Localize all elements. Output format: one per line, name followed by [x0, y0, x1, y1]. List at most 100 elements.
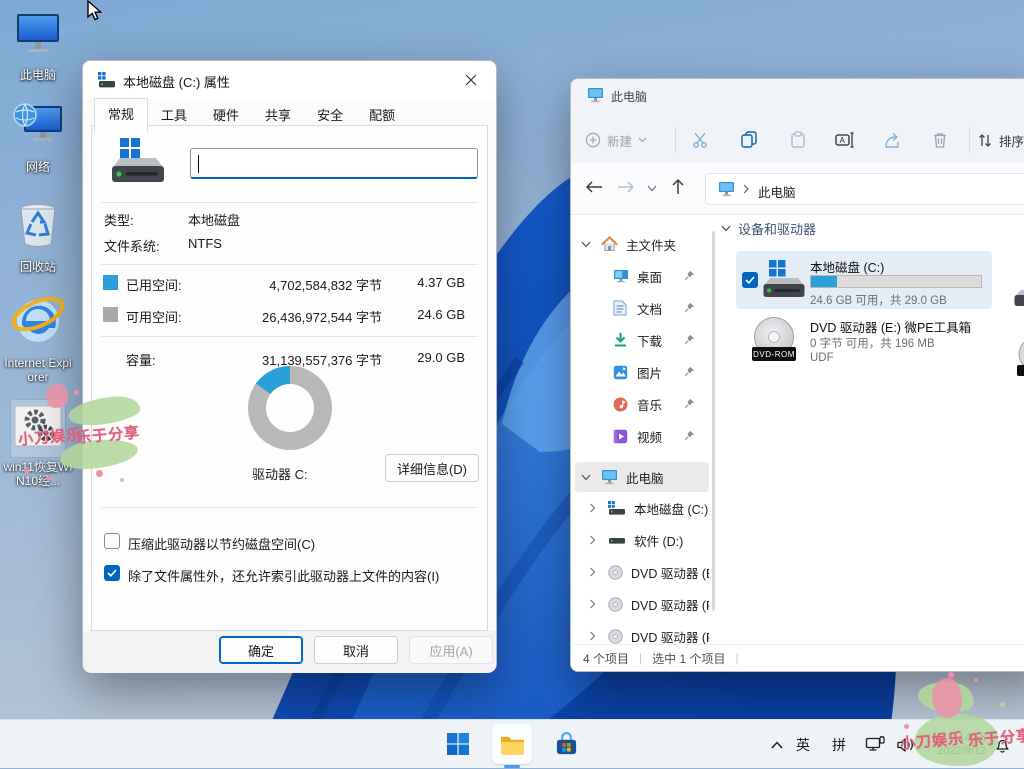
desktop-icon-recycle-bin[interactable]: 回收站 [2, 198, 74, 274]
pin-icon[interactable] [684, 334, 695, 345]
notification-bell-button[interactable]: z [988, 720, 1016, 769]
apply-button[interactable]: 应用(A) [409, 636, 493, 664]
tab-hardware[interactable]: 硬件 [200, 100, 252, 131]
pin-icon[interactable] [684, 430, 695, 441]
show-hidden-icons-button[interactable] [764, 720, 790, 769]
pin-icon[interactable] [684, 302, 695, 313]
desktop-icon-internet-explorer[interactable]: Internet Explorer [2, 290, 74, 384]
volume-tray-button[interactable] [892, 720, 918, 769]
sidebar-item-dvd-f[interactable]: DVD 驱动器 (F [575, 589, 709, 619]
new-button[interactable]: 新建 [585, 125, 669, 155]
sidebar-item-label: 视频 [637, 427, 662, 446]
sidebar-item-desktop[interactable]: 桌面 [575, 261, 709, 291]
up-icon[interactable] [671, 178, 685, 195]
ok-button[interactable]: 确定 [219, 636, 303, 664]
tab-general[interactable]: 常规 [94, 98, 148, 132]
file-explorer-taskbar-button[interactable] [492, 724, 532, 764]
selected-count: 选中 1 个项目 [652, 650, 725, 667]
paste-button[interactable] [781, 125, 815, 155]
back-icon[interactable] [585, 180, 603, 194]
sidebar-item-music[interactable]: 音乐 [575, 389, 709, 419]
sidebar-item-home[interactable]: 主文件夹 [575, 229, 709, 259]
tab-security[interactable]: 安全 [304, 100, 356, 131]
sidebar-item-dvd-e[interactable]: DVD 驱动器 (E [575, 557, 709, 587]
sidebar-item-this-pc[interactable]: 此电脑 [575, 462, 709, 492]
share-button[interactable] [875, 125, 909, 155]
drive-name: 本地磁盘 (C:) [810, 257, 884, 276]
drive-icon-large [762, 260, 806, 300]
desktop-icon-label: 此电脑 [2, 68, 74, 82]
compress-checkbox[interactable] [104, 533, 120, 549]
tile-checkbox[interactable] [742, 272, 758, 288]
start-button[interactable] [438, 724, 478, 764]
delete-button[interactable] [923, 125, 957, 155]
dvd-rom-icon: DVD-ROM [752, 317, 798, 363]
pin-icon[interactable] [684, 366, 695, 377]
text-caret [198, 155, 199, 173]
tab-sharing[interactable]: 共享 [252, 100, 304, 131]
sidebar-scrollbar[interactable] [712, 231, 715, 611]
dialog-title: 本地磁盘 (C:) 属性 [123, 72, 230, 91]
videos-icon [613, 429, 628, 444]
disc-icon-partial [1015, 337, 1024, 377]
home-icon [601, 236, 618, 252]
clock-tray-button[interactable]: 14:55 2022/8/12 [918, 720, 988, 769]
compress-checkbox-label: 压缩此驱动器以节约磁盘空间(C) [128, 534, 315, 553]
drive-caption: 驱动器 C: [252, 464, 308, 483]
chevron-right-icon [589, 567, 596, 577]
recent-locations-icon[interactable] [647, 185, 657, 192]
gears-icon [11, 400, 65, 457]
cancel-button[interactable]: 取消 [314, 636, 398, 664]
document-icon [613, 300, 627, 316]
drive-icon [608, 501, 626, 515]
tab-quota[interactable]: 配额 [356, 100, 408, 131]
address-bar[interactable]: 此电脑 [705, 173, 1024, 205]
sidebar-item-documents[interactable]: 文档 [575, 293, 709, 323]
sidebar-item-videos[interactable]: 视频 [575, 421, 709, 451]
sidebar-item-drive-c[interactable]: 本地磁盘 (C:) [575, 493, 709, 523]
pin-icon[interactable] [684, 270, 695, 281]
dialog-titlebar[interactable]: 本地磁盘 (C:) 属性 [83, 61, 496, 99]
pin-icon[interactable] [684, 398, 695, 409]
volume-label-input[interactable] [190, 148, 478, 179]
free-space-label: 可用空间: [126, 307, 182, 326]
sidebar-item-downloads[interactable]: 下载 [575, 325, 709, 355]
desktop-icon-win11-restore[interactable]: win11恢复WIN10经... [2, 400, 74, 488]
this-pc-icon [12, 10, 64, 65]
breadcrumb-this-pc[interactable]: 此电脑 [758, 182, 796, 201]
drive-info: 24.6 GB 可用，共 29.0 GB [810, 292, 947, 308]
rename-button[interactable]: A [828, 125, 862, 155]
close-button[interactable] [452, 64, 490, 96]
cut-button[interactable] [683, 125, 717, 155]
ime-mode-label: 拼 [832, 735, 846, 755]
section-header-devices[interactable]: 设备和驱动器 [721, 219, 816, 238]
explorer-titlebar[interactable]: 此电脑 新建 [571, 79, 1024, 163]
forward-icon[interactable] [617, 180, 635, 194]
details-button[interactable]: 详细信息(D) [385, 454, 479, 482]
dvd-e-tile[interactable]: DVD-ROM DVD 驱动器 (E:) 微PE工具箱 0 字节 可用，共 19… [736, 313, 992, 377]
desktop-icon-network[interactable]: 网络 [2, 100, 74, 174]
sort-button-label: 排序 [999, 131, 1024, 150]
music-icon [613, 397, 628, 412]
sidebar-item-drive-d[interactable]: 软件 (D:) [575, 525, 709, 555]
plus-circle-icon [585, 132, 601, 148]
network-tray-button[interactable] [862, 720, 888, 769]
microsoft-store-button[interactable] [546, 724, 586, 764]
tab-tools[interactable]: 工具 [148, 100, 200, 131]
desktop-icon-this-pc[interactable]: 此电脑 [2, 10, 74, 82]
sort-button[interactable]: 排序 [977, 125, 1024, 155]
index-checkbox[interactable] [104, 565, 120, 581]
drive-usage-bar [810, 275, 982, 288]
bell-icon: z [993, 736, 1011, 754]
paste-icon [789, 131, 807, 149]
internet-explorer-icon [8, 290, 68, 353]
ime-language-indicator[interactable]: 英 [792, 720, 814, 769]
drive-c-tile[interactable]: 本地磁盘 (C:) 24.6 GB 可用，共 29.0 GB [736, 251, 992, 309]
sidebar-item-label: 下载 [637, 331, 662, 350]
sidebar-item-pictures[interactable]: 图片 [575, 357, 709, 387]
copy-button[interactable] [732, 125, 766, 155]
ime-mode-indicator[interactable]: 拼 [828, 720, 850, 769]
explorer-statusbar: 4 个项目 | 选中 1 个项目 | [571, 644, 1024, 671]
tray-time: 14:55 [918, 732, 986, 745]
ime-language-label: 英 [796, 735, 810, 755]
